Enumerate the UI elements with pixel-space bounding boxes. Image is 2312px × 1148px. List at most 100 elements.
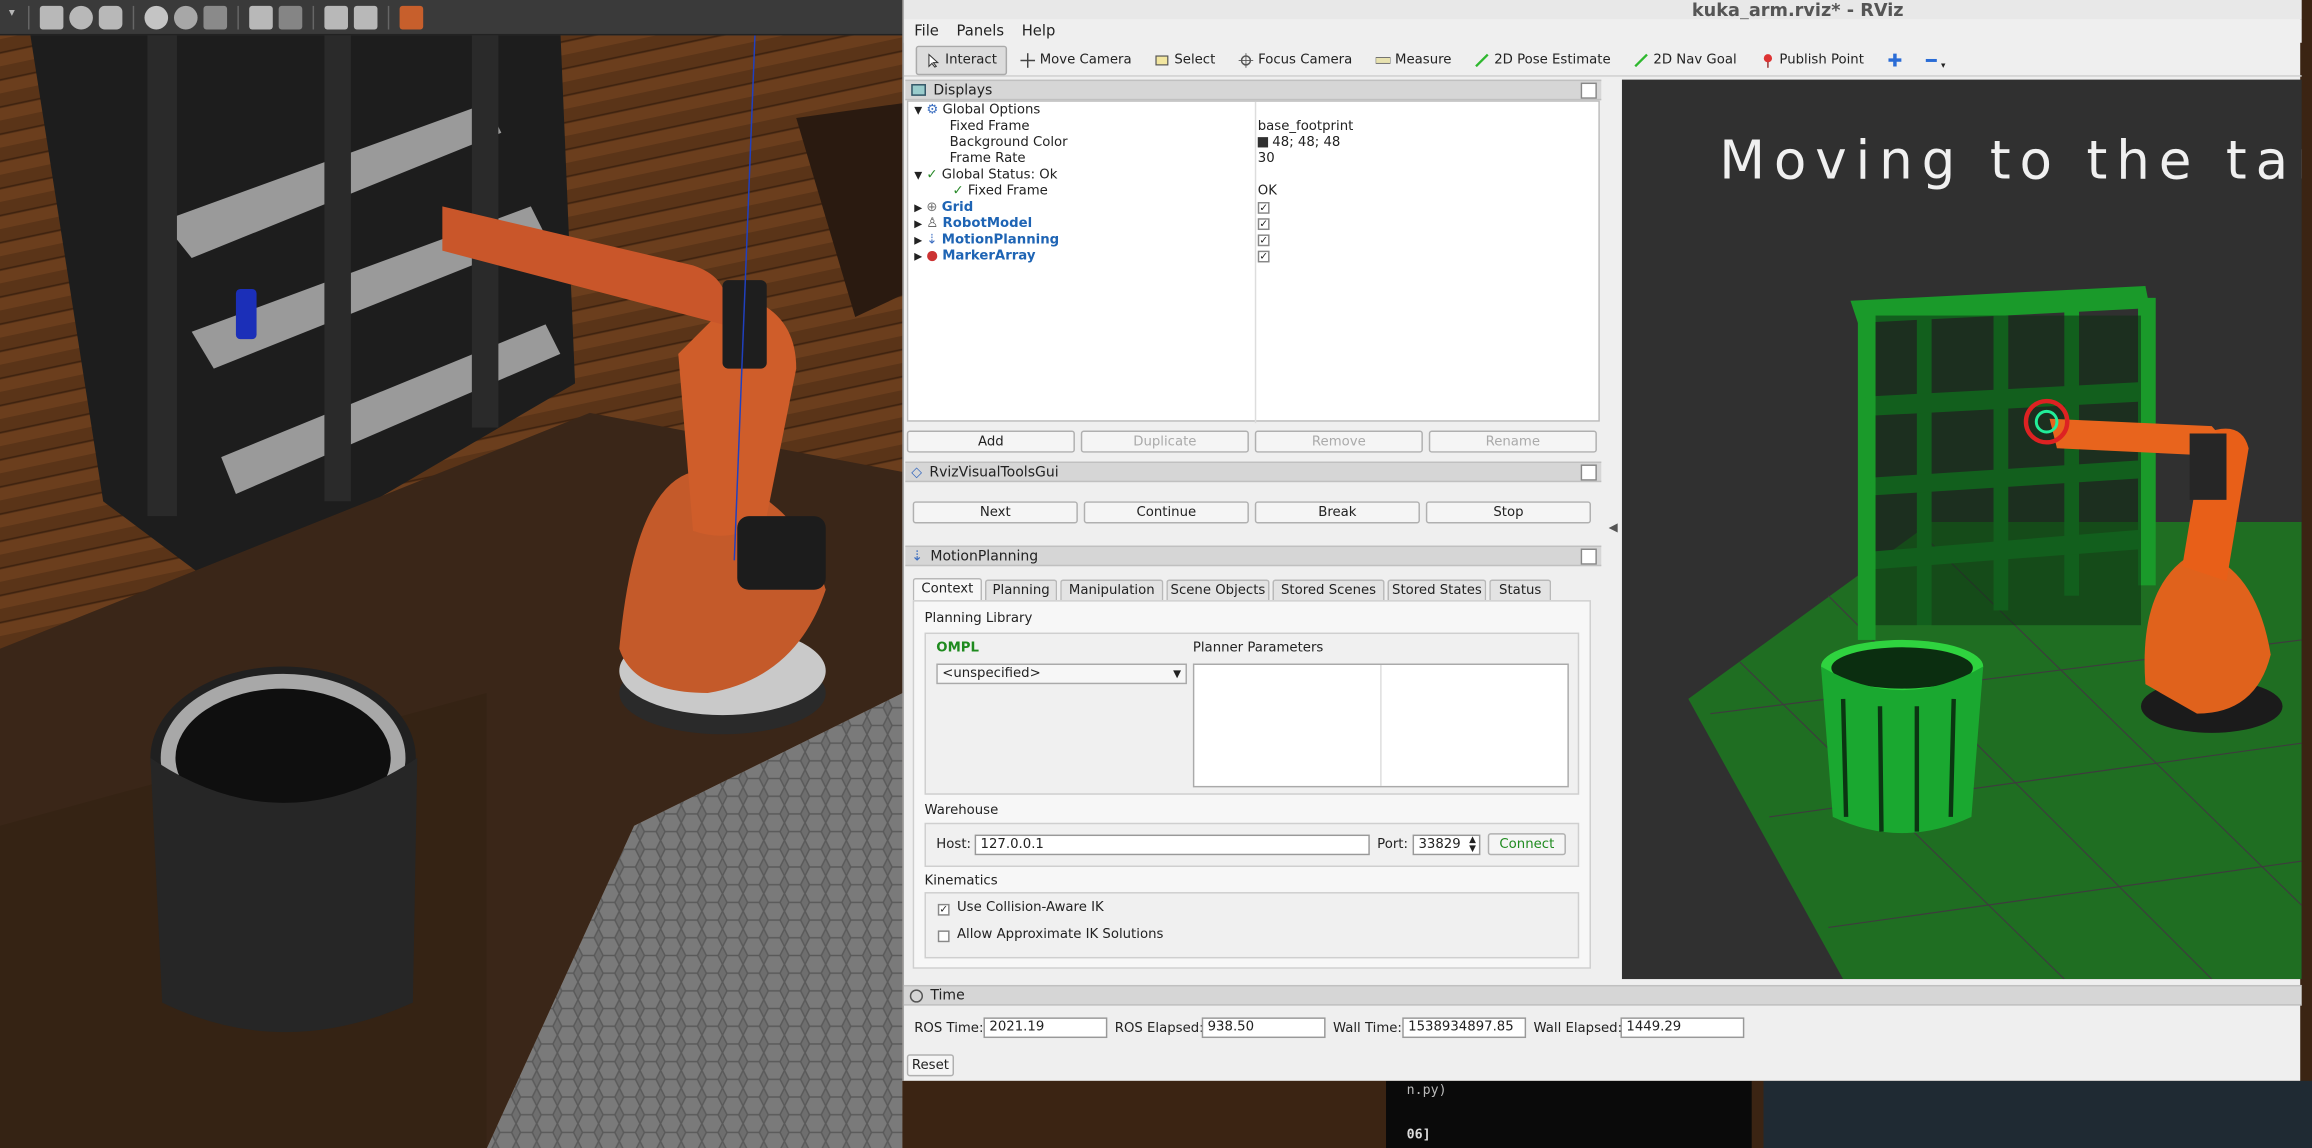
undock-checkbox[interactable] <box>1580 463 1597 480</box>
expand-arrow-icon[interactable]: ▶ <box>914 202 922 214</box>
tab-context[interactable]: Context <box>912 578 983 601</box>
collapse-panel-handle[interactable]: ◀ <box>1609 520 1618 533</box>
add-button[interactable]: Add <box>906 430 1075 453</box>
enable-checkbox[interactable]: ✓ <box>1257 202 1270 214</box>
tab-stored-states[interactable]: Stored States <box>1387 579 1487 601</box>
duplicate-button[interactable]: Duplicate <box>1080 430 1249 453</box>
spot-light-icon[interactable] <box>203 5 228 29</box>
expand-arrow-icon[interactable]: ▶ <box>914 251 922 263</box>
robot-model-icon: ♙ <box>926 216 939 232</box>
align-icon[interactable] <box>324 5 348 29</box>
point-light-icon[interactable] <box>173 5 198 29</box>
tree-row[interactable]: ▼ ⚙ Global Options <box>914 103 1040 119</box>
publish-point-tool-button[interactable]: Publish Point <box>1750 45 1874 74</box>
tree-value[interactable]: ✓ <box>1257 233 1270 249</box>
paste-icon[interactable] <box>278 5 303 29</box>
title-bar[interactable]: kuka_arm.rviz* - RViz <box>903 0 2302 21</box>
rename-button[interactable]: Rename <box>1428 430 1597 453</box>
break-button[interactable]: Break <box>1254 501 1420 524</box>
planner-select[interactable]: <unspecified> ▼ <box>936 663 1187 685</box>
interact-tool-button[interactable]: Interact <box>915 44 1008 75</box>
tree-value: OK <box>1258 184 1277 200</box>
move-camera-tool-button[interactable]: Move Camera <box>1010 45 1142 74</box>
expand-arrow-icon[interactable]: ▶ <box>914 234 922 246</box>
expand-arrow-icon[interactable]: ▼ <box>914 170 922 182</box>
select-tool-button[interactable]: Select <box>1145 45 1226 74</box>
measure-tool-button[interactable]: Measure <box>1366 45 1462 74</box>
tree-value[interactable]: ✓ <box>1257 217 1270 233</box>
tree-row[interactable]: ▶ ♙ RobotModel <box>914 217 1032 233</box>
stop-button[interactable]: Stop <box>1425 501 1591 524</box>
dropdown-icon[interactable]: ▾ <box>9 5 18 29</box>
tree-row[interactable]: ▼ ✓ Global Status: Ok <box>914 168 1057 184</box>
viewport-overlay-text: Moving to the target <box>1719 131 2301 192</box>
tab-scene-objects[interactable]: Scene Objects <box>1166 579 1270 601</box>
displays-tree[interactable]: ▼ ⚙ Global Options Fixed Frame base_foot… <box>906 100 1600 424</box>
tool-label: Focus Camera <box>1258 52 1353 68</box>
port-spinbox[interactable]: 33829 ▲ ▼ <box>1412 834 1481 856</box>
menu-file[interactable]: File <box>914 23 939 39</box>
pose-estimate-tool-button[interactable]: 2D Pose Estimate <box>1465 45 1621 74</box>
planner-parameters-table[interactable] <box>1192 663 1569 788</box>
tree-row[interactable]: ▶ ⊕ Grid <box>914 201 973 217</box>
tree-value[interactable]: base_footprint <box>1258 119 1354 135</box>
rviz-window[interactable]: kuka_arm.rviz* - RViz File Panels Help I… <box>902 0 2302 1081</box>
tree-value[interactable]: 48; 48; 48 <box>1257 136 1340 152</box>
cylinder-shape-icon[interactable] <box>98 5 123 29</box>
tab-planning[interactable]: Planning <box>984 579 1058 601</box>
terminal-window[interactable]: n.py) 06] <box>1386 1080 1752 1148</box>
spin-arrows-icon[interactable]: ▲ ▼ <box>1469 835 1476 854</box>
enable-checkbox[interactable]: ✓ <box>1257 218 1270 231</box>
host-input[interactable]: 127.0.0.1 <box>974 834 1370 856</box>
continue-button[interactable]: Continue <box>1083 501 1249 524</box>
nav-goal-tool-button[interactable]: 2D Nav Goal <box>1624 45 1747 74</box>
approx-ik-checkbox[interactable] <box>937 930 950 943</box>
menu-panels[interactable]: Panels <box>957 23 1004 39</box>
expand-arrow-icon[interactable]: ▶ <box>914 218 922 230</box>
tree-row[interactable]: Background Color <box>950 136 1068 152</box>
tree-row[interactable]: ▶ ● MarkerArray <box>914 249 1035 265</box>
add-tool-button[interactable]: ✚ <box>1877 45 1912 74</box>
wall-elapsed-field[interactable]: 1449.29 <box>1620 1017 1745 1039</box>
box-shape-icon[interactable] <box>39 5 64 29</box>
connect-button[interactable]: Connect <box>1487 833 1566 856</box>
change-view-icon[interactable] <box>399 5 424 29</box>
separator <box>132 5 135 29</box>
ros-time-field[interactable]: 2021.19 <box>983 1017 1108 1039</box>
tree-row[interactable]: ▶ ⇣ MotionPlanning <box>914 233 1059 249</box>
collision-ik-checkbox[interactable]: ✓ <box>937 903 950 916</box>
focus-camera-tool-button[interactable]: Focus Camera <box>1229 45 1363 74</box>
tree-value[interactable]: 30 <box>1258 152 1275 168</box>
next-button[interactable]: Next <box>912 501 1078 524</box>
panel-title: Displays <box>933 81 993 99</box>
tree-row[interactable]: Frame Rate <box>950 152 1026 168</box>
tab-stored-scenes[interactable]: Stored Scenes <box>1272 579 1385 601</box>
remove-tool-button[interactable]: ━ ▾ <box>1916 45 1956 74</box>
magnet-snap-icon[interactable] <box>353 5 378 29</box>
wall-time-field[interactable]: 1538934897.85 <box>1402 1017 1527 1039</box>
tree-row[interactable]: Fixed Frame <box>950 119 1030 135</box>
motion-planning-icon: ⇣ <box>911 547 923 564</box>
fixed-frame-value: base_footprint <box>1257 119 1354 135</box>
undock-checkbox[interactable] <box>1580 547 1597 564</box>
tree-row[interactable]: ✓ Fixed Frame <box>953 184 1048 200</box>
remove-button[interactable]: Remove <box>1254 430 1423 453</box>
rviz-3d-viewport[interactable]: Moving to the target <box>1621 79 2302 980</box>
planner-parameters-label: Planner Parameters <box>1192 641 1324 657</box>
sun-light-icon[interactable] <box>144 5 169 29</box>
tab-manipulation[interactable]: Manipulation <box>1060 579 1164 601</box>
tree-value[interactable]: ✓ <box>1257 249 1270 265</box>
tree-value[interactable]: ✓ <box>1257 201 1270 217</box>
copy-icon[interactable] <box>249 5 273 29</box>
sphere-shape-icon[interactable] <box>69 5 93 29</box>
enable-checkbox[interactable]: ✓ <box>1257 250 1270 263</box>
undock-checkbox[interactable] <box>1580 81 1597 99</box>
ros-elapsed-field[interactable]: 938.50 <box>1201 1017 1326 1039</box>
kinematics-group: ✓ Use Collision-Aware IK Allow Approxima… <box>924 892 1580 959</box>
reset-button[interactable]: Reset <box>906 1054 955 1077</box>
tab-status[interactable]: Status <box>1489 579 1552 601</box>
menu-help[interactable]: Help <box>1022 23 1056 39</box>
expand-arrow-icon[interactable]: ▼ <box>914 105 922 117</box>
enable-checkbox[interactable]: ✓ <box>1257 234 1270 247</box>
clock-icon <box>909 988 924 1002</box>
